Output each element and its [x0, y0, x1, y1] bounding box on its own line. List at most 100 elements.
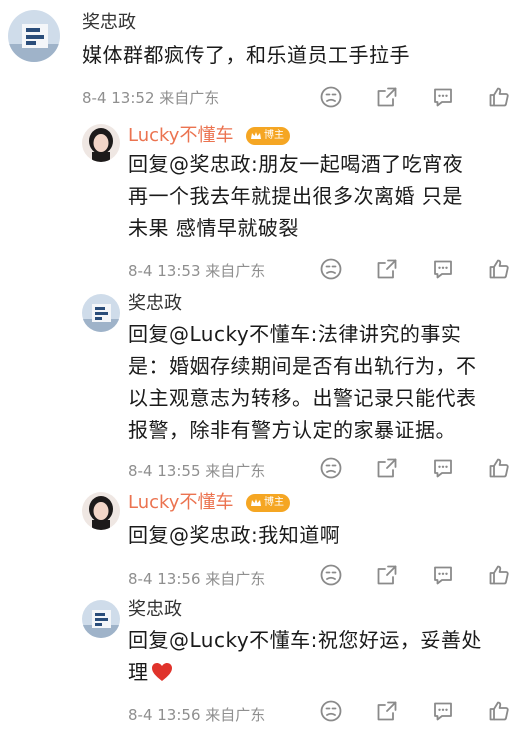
comment-button[interactable] — [424, 562, 462, 588]
reply-text: 回复@奖忠政:我知道啊 — [128, 519, 513, 551]
portrait-avatar-icon — [82, 124, 120, 162]
share-button[interactable] — [368, 455, 406, 481]
timestamp-location: 8-4 13:56 来自广东 — [128, 706, 266, 724]
mention-link[interactable]: @奖忠政 — [169, 152, 251, 176]
dislike-icon — [320, 457, 342, 479]
comment-icon — [434, 88, 452, 107]
dislike-button[interactable] — [312, 84, 350, 110]
comment-actions — [312, 84, 518, 110]
share-icon — [377, 565, 397, 585]
avatar[interactable] — [8, 10, 60, 62]
reply-line: 理 — [128, 660, 149, 684]
like-icon — [489, 701, 509, 721]
share-button[interactable] — [368, 84, 406, 110]
reply-line: 是：婚姻存续期间是否有出轨行为，不 — [128, 354, 477, 378]
reply-text: 回复@Lucky不懂车:祝您好运，妥善处 理 — [128, 624, 513, 688]
avatar[interactable] — [82, 492, 120, 530]
reply-line: 未果 感情早就破裂 — [128, 216, 299, 240]
share-button[interactable] — [368, 256, 406, 282]
building-avatar-icon — [82, 600, 120, 638]
username[interactable]: Lucky不懂车 — [128, 492, 233, 514]
timestamp-location: 8-4 13:52 来自广东 — [82, 89, 220, 107]
dislike-button[interactable] — [312, 562, 350, 588]
avatar[interactable] — [82, 124, 120, 162]
dislike-button[interactable] — [312, 698, 350, 724]
username[interactable]: 奖忠政 — [128, 293, 182, 315]
like-icon — [489, 87, 509, 107]
share-icon — [377, 87, 397, 107]
reply-prefix: 回复 — [128, 628, 169, 652]
reply-item: Lucky不懂车 博主 回复@奖忠政:我知道啊 8-4 13:56 来自广东 — [0, 486, 518, 594]
dislike-button[interactable] — [312, 256, 350, 282]
dislike-button[interactable] — [312, 455, 350, 481]
comment-icon — [434, 566, 452, 585]
reply-line: :法律讲究的事实 — [310, 322, 462, 346]
dislike-icon — [320, 700, 342, 722]
like-icon — [489, 565, 509, 585]
avatar[interactable] — [82, 600, 120, 638]
reply-item: 奖忠政 回复@Lucky不懂车:祝您好运，妥善处 理 8-4 13:56 来自广… — [0, 594, 518, 733]
reply-line: :朋友一起喝酒了吃宵夜 — [251, 152, 464, 176]
comment-actions — [312, 698, 518, 724]
like-button[interactable] — [480, 84, 518, 110]
like-button[interactable] — [480, 698, 518, 724]
comment-actions — [312, 562, 518, 588]
blogger-badge: 博主 — [246, 127, 290, 145]
username[interactable]: Lucky不懂车 — [128, 125, 233, 147]
username[interactable]: 奖忠政 — [82, 12, 136, 34]
reply-line: 再一个我去年就提出很多次离婚 只是 — [128, 184, 463, 208]
reply-line: :祝您好运，妥善处 — [310, 628, 482, 652]
share-icon — [377, 259, 397, 279]
reply-prefix: 回复 — [128, 322, 169, 346]
badge-label: 博主 — [264, 497, 284, 508]
dislike-icon — [320, 86, 342, 108]
comment-button[interactable] — [424, 698, 462, 724]
reply-text: 回复@Lucky不懂车:法律讲究的事实 是：婚姻存续期间是否有出轨行为，不 以主… — [128, 318, 513, 446]
username[interactable]: 奖忠政 — [128, 599, 182, 621]
crown-icon — [251, 499, 261, 506]
like-icon — [489, 458, 509, 478]
mention-link[interactable]: @Lucky不懂车 — [169, 322, 311, 346]
dislike-icon — [320, 258, 342, 280]
share-button[interactable] — [368, 562, 406, 588]
comment-button[interactable] — [424, 455, 462, 481]
comment-item: 奖忠政 媒体群都疯传了，和乐道员工手拉手 8-4 13:52 来自广东 — [0, 0, 518, 120]
reply-prefix: 回复 — [128, 152, 169, 176]
comment-icon — [434, 459, 452, 478]
like-button[interactable] — [480, 562, 518, 588]
share-button[interactable] — [368, 698, 406, 724]
comment-text: 媒体群都疯传了，和乐道员工手拉手 — [82, 43, 410, 67]
like-button[interactable] — [480, 455, 518, 481]
like-button[interactable] — [480, 256, 518, 282]
like-icon — [489, 259, 509, 279]
portrait-avatar-icon — [82, 492, 120, 530]
comment-icon — [434, 260, 452, 279]
badge-label: 博主 — [264, 130, 284, 141]
reply-text: 回复@奖忠政:朋友一起喝酒了吃宵夜 再一个我去年就提出很多次离婚 只是 未果 感… — [128, 148, 513, 244]
reply-line: 报警，除非有警方认定的家暴证据。 — [128, 418, 456, 442]
reply-line: :我知道啊 — [251, 523, 341, 547]
timestamp-location: 8-4 13:56 来自广东 — [128, 570, 266, 588]
dislike-icon — [320, 564, 342, 586]
comment-button[interactable] — [424, 256, 462, 282]
mention-link[interactable]: @Lucky不懂车 — [169, 628, 311, 652]
comment-actions — [312, 455, 518, 481]
crown-icon — [251, 132, 261, 139]
comment-thread: 奖忠政 媒体群都疯传了，和乐道员工手拉手 8-4 13:52 来自广东 Luck… — [0, 0, 518, 733]
timestamp-location: 8-4 13:55 来自广东 — [128, 462, 266, 480]
comment-button[interactable] — [424, 84, 462, 110]
reply-line: 以主观意志为转移。出警记录只能代表 — [128, 386, 477, 410]
reply-item: Lucky不懂车 博主 回复@奖忠政:朋友一起喝酒了吃宵夜 再一个我去年就提出很… — [0, 118, 518, 288]
reply-prefix: 回复 — [128, 523, 169, 547]
building-avatar-icon — [8, 10, 60, 62]
avatar[interactable] — [82, 294, 120, 332]
timestamp-location: 8-4 13:53 来自广东 — [128, 262, 266, 280]
comment-actions — [312, 256, 518, 282]
mention-link[interactable]: @奖忠政 — [169, 523, 251, 547]
reply-item: 奖忠政 回复@Lucky不懂车:法律讲究的事实 是：婚姻存续期间是否有出轨行为，… — [0, 288, 518, 488]
red-heart-icon — [151, 663, 172, 681]
comment-icon — [434, 702, 452, 721]
blogger-badge: 博主 — [246, 494, 290, 512]
building-avatar-icon — [82, 294, 120, 332]
share-icon — [377, 458, 397, 478]
